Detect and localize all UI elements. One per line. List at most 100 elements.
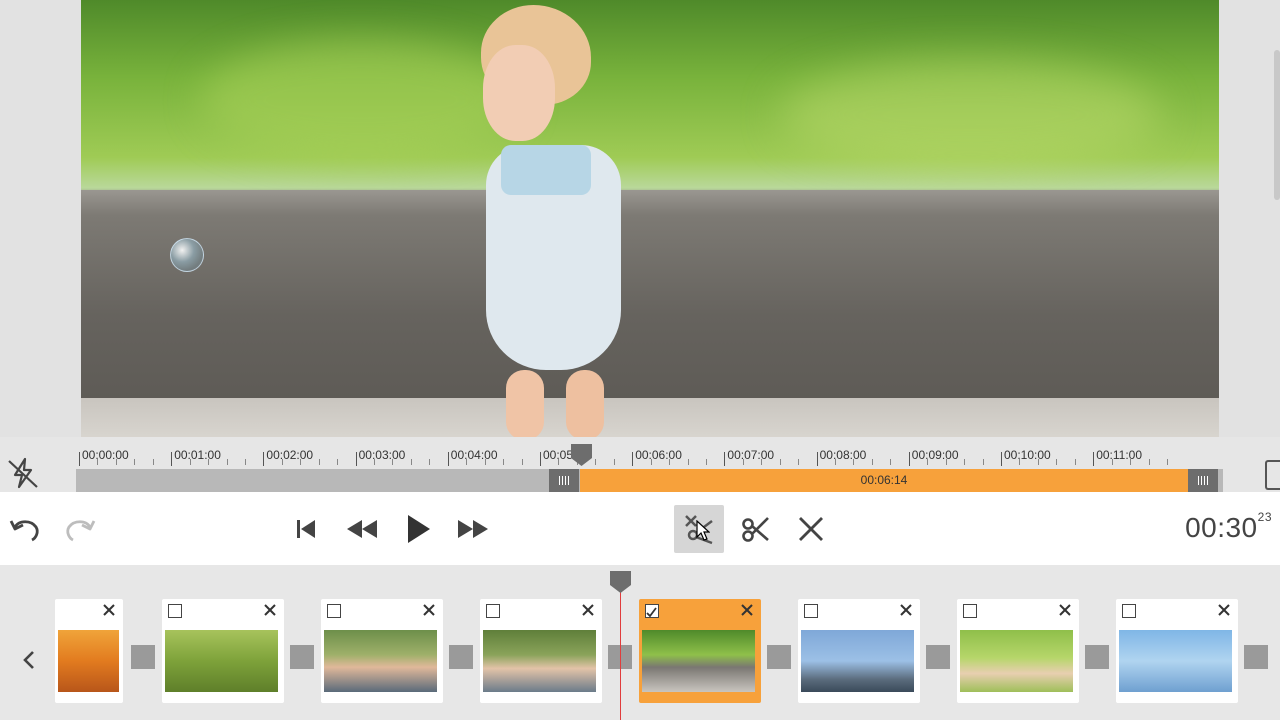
fast-forward-button[interactable]	[452, 508, 494, 550]
ruler-major-tick	[1001, 452, 1002, 466]
close-icon	[797, 515, 825, 543]
ruler-minor-tick	[466, 459, 468, 465]
ruler-time-label: 00:03:00	[358, 448, 406, 462]
ruler-minor-tick	[669, 459, 671, 465]
clip-remove-button[interactable]	[421, 602, 437, 618]
transition-slot[interactable]	[449, 645, 473, 669]
strip-playhead	[620, 579, 621, 720]
clip-item[interactable]	[957, 599, 1079, 703]
ruler-minor-tick	[410, 459, 412, 465]
ruler-minor-tick	[1111, 459, 1113, 465]
play-icon	[402, 513, 432, 545]
transition-slot[interactable]	[131, 645, 155, 669]
clip-remove-button[interactable]	[1057, 602, 1073, 618]
ruler-major-tick	[908, 452, 910, 466]
ruler-major-tick	[724, 452, 726, 466]
rewind-button[interactable]	[341, 508, 383, 550]
clip-checkbox[interactable]	[804, 604, 818, 618]
redo-button[interactable]	[59, 508, 101, 550]
soap-bubble	[170, 238, 204, 272]
clip-thumbnail	[801, 630, 914, 692]
clip-remove-button[interactable]	[101, 602, 117, 618]
clip-remove-button[interactable]	[262, 602, 278, 618]
clip-remove-button[interactable]	[1216, 602, 1232, 618]
ruler-minor-tick	[798, 459, 800, 465]
ruler-minor-tick	[1130, 459, 1132, 465]
clip-strip	[0, 565, 1280, 720]
close-icon	[103, 604, 115, 616]
ruler-major-tick	[171, 452, 173, 466]
clip-checkbox[interactable]	[486, 604, 500, 618]
ruler-minor-tick	[853, 459, 855, 465]
snap-off-icon[interactable]	[5, 455, 41, 491]
ruler-major-tick	[816, 452, 818, 466]
ruler-minor-tick	[208, 459, 210, 465]
clip-item[interactable]	[1116, 599, 1238, 703]
clip-item[interactable]	[798, 599, 920, 703]
timecode: 00:3023	[1185, 510, 1272, 544]
ruler-minor-tick	[558, 459, 560, 465]
trim-handle-left[interactable]	[549, 469, 579, 492]
playhead-marker[interactable]	[571, 444, 592, 466]
transition-slot[interactable]	[1085, 645, 1109, 669]
transition-slot[interactable]	[1244, 645, 1268, 669]
clip-remove-button[interactable]	[580, 602, 596, 618]
trim-selection[interactable]: 00:06:14	[580, 469, 1188, 492]
remove-button[interactable]	[790, 508, 832, 550]
clip-remove-button[interactable]	[739, 602, 755, 618]
clip-checkbox[interactable]	[963, 604, 977, 618]
clip-item[interactable]	[55, 599, 123, 703]
preview-area	[0, 0, 1280, 437]
clip-thumbnail	[165, 630, 278, 692]
clip-checkbox[interactable]	[327, 604, 341, 618]
ruler-minor-tick	[835, 459, 837, 465]
clip-item[interactable]	[639, 599, 761, 703]
clip-thumbnail	[483, 630, 596, 692]
clip-remove-button[interactable]	[898, 602, 914, 618]
close-icon	[900, 604, 912, 616]
clip-checkbox[interactable]	[645, 604, 659, 618]
trim-handle-right[interactable]	[1188, 469, 1218, 492]
ruler-minor-tick	[761, 459, 763, 465]
skip-to-start-button[interactable]	[285, 508, 327, 550]
transition-slot[interactable]	[290, 645, 314, 669]
undo-button[interactable]	[4, 508, 46, 550]
strip-playhead-marker[interactable]	[610, 571, 631, 593]
child-leg	[506, 370, 544, 437]
scrollbar[interactable]	[1274, 50, 1280, 200]
ruler-minor-tick	[152, 459, 154, 465]
panel-toggle-icon[interactable]	[1265, 460, 1280, 490]
ruler-minor-tick	[742, 459, 744, 465]
clip-item[interactable]	[162, 599, 284, 703]
video-preview[interactable]	[81, 0, 1219, 437]
scroll-left-button[interactable]	[14, 645, 44, 675]
video-editor: 00:00:00 00:01:00 00:02:00 00:03:00 00:04:00…	[0, 0, 1280, 720]
clip-checkbox[interactable]	[168, 604, 182, 618]
ruler-minor-tick	[982, 459, 984, 465]
clip-item[interactable]	[480, 599, 602, 703]
cut-button[interactable]	[734, 508, 776, 550]
timecode-frames: 23	[1257, 510, 1272, 524]
ruler-minor-tick	[595, 459, 597, 465]
toolbar: 00:3023	[0, 492, 1280, 565]
ruler-minor-tick	[134, 459, 136, 465]
skip-to-start-icon	[292, 515, 320, 543]
ruler-minor-tick	[189, 459, 191, 465]
redo-icon	[62, 511, 98, 547]
ruler-minor-tick	[871, 459, 873, 465]
ruler-major-tick	[79, 452, 80, 466]
timeline-ruler[interactable]: 00:00:00 00:01:00 00:02:00 00:03:00 00:04:00…	[76, 440, 1224, 468]
ruler-major-tick	[355, 452, 357, 466]
ruler-minor-tick	[687, 459, 689, 465]
background-foliage	[781, 60, 1161, 170]
clip-item[interactable]	[321, 599, 443, 703]
ruler-minor-tick	[1037, 459, 1039, 465]
play-button[interactable]	[396, 508, 438, 550]
ruler-minor-tick	[779, 459, 781, 465]
ruler-time-label: 00:01:00	[174, 448, 221, 462]
transition-slot[interactable]	[926, 645, 950, 669]
clip-checkbox[interactable]	[1122, 604, 1136, 618]
transition-slot[interactable]	[767, 645, 791, 669]
ruler-major-tick	[540, 452, 541, 466]
ruler-minor-tick	[392, 459, 394, 465]
